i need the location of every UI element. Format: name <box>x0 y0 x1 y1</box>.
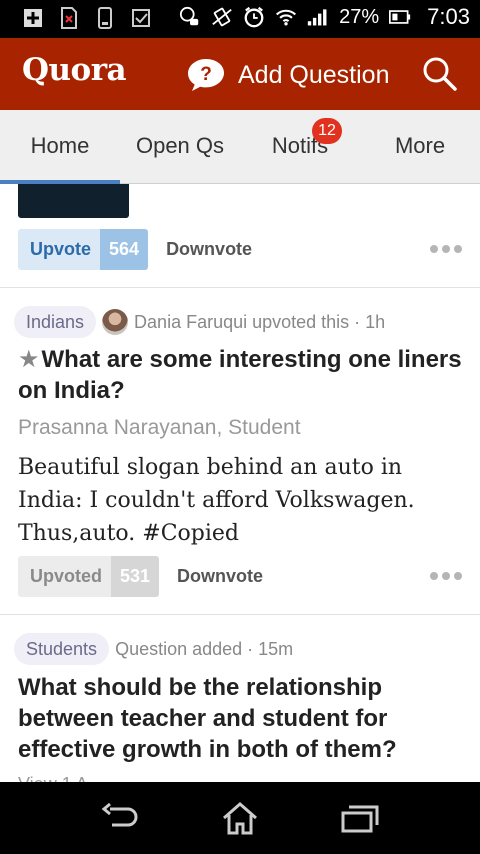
add-question-button[interactable]: ? Add Question <box>186 56 390 94</box>
vibrate-icon <box>211 5 233 29</box>
app-header: Quora ? Add Question <box>0 38 480 110</box>
checkbox-icon <box>130 6 152 30</box>
sim-error-icon <box>58 6 80 30</box>
upvoted-button[interactable]: Upvoted 531 <box>18 556 160 597</box>
question-title[interactable]: ★What are some interesting one liners on… <box>18 344 468 406</box>
downvote-button[interactable]: Downvote <box>177 566 263 587</box>
system-nav-bar <box>0 782 480 854</box>
svg-text:?: ? <box>200 64 212 85</box>
story-header: Students Question added · 15m <box>14 633 293 665</box>
topic-pill[interactable]: Students <box>14 633 110 665</box>
tab-bar: Home Open Qs Notifs More 12 <box>0 110 480 184</box>
upvote-label: Upvoted <box>18 556 111 597</box>
tab-notifs[interactable]: Notifs <box>240 110 360 182</box>
vote-row: Upvote 564 Downvote <box>18 229 252 270</box>
recent-apps-icon <box>341 805 379 833</box>
divider <box>0 287 480 288</box>
story-activity: Dania Faruqui upvoted this · 1h <box>134 311 386 332</box>
add-question-label: Add Question <box>238 60 390 89</box>
topic-pill[interactable]: Indians <box>14 306 97 338</box>
home-button[interactable] <box>216 796 264 840</box>
alarm-icon <box>243 5 265 29</box>
back-icon <box>101 803 138 827</box>
battery-percent: 27% <box>339 5 380 28</box>
phone-icon <box>94 6 116 30</box>
home-icon <box>223 802 257 835</box>
upvote-button[interactable]: Upvote 564 <box>18 229 149 270</box>
answer-author[interactable]: Prasanna Narayanan, Student <box>18 416 301 440</box>
answer-image-thumbnail[interactable] <box>18 184 129 218</box>
status-bar: 27% 7:03 <box>0 0 480 38</box>
tab-more[interactable]: More <box>360 110 480 182</box>
upvote-count: 564 <box>100 229 149 270</box>
question-title-text: What are some interesting one liners on … <box>18 346 462 404</box>
story-header: Indians Dania Faruqui upvoted this · 1h <box>14 306 385 338</box>
downvote-button[interactable]: Downvote <box>166 239 252 260</box>
clock: 7:03 <box>427 4 470 29</box>
upvote-count: 531 <box>111 556 160 597</box>
tab-home[interactable]: Home <box>0 110 120 182</box>
signal-icon <box>307 5 329 29</box>
avatar[interactable] <box>102 309 129 335</box>
notifs-count-badge: 12 <box>312 118 342 144</box>
more-options-icon[interactable] <box>430 571 462 581</box>
divider <box>0 614 480 615</box>
speech-bubble-question-icon: ? <box>188 59 224 91</box>
wifi-icon <box>275 5 297 29</box>
battery-icon <box>389 5 411 29</box>
question-title[interactable]: What should be the relationship between … <box>18 672 468 765</box>
recent-apps-button[interactable] <box>336 796 384 840</box>
tab-open-qs[interactable]: Open Qs <box>120 110 240 182</box>
back-button[interactable] <box>96 796 144 840</box>
more-options-icon[interactable] <box>430 244 462 254</box>
headset-icon <box>179 5 201 29</box>
view-answers-link[interactable]: View 1 A... <box>18 774 103 782</box>
feed[interactable]: Upvote 564 Downvote Indians Dania Faruqu… <box>0 184 480 782</box>
answer-body[interactable]: Beautiful slogan behind an auto in India… <box>18 451 468 550</box>
vote-row: Upvoted 531 Downvote <box>18 556 263 597</box>
star-icon: ★ <box>18 346 40 373</box>
search-button[interactable] <box>422 56 458 92</box>
search-icon <box>423 57 457 91</box>
story-activity: Question added · 15m <box>115 638 294 659</box>
quora-logo[interactable]: Quora <box>22 52 127 88</box>
add-box-icon <box>22 6 44 30</box>
upvote-label: Upvote <box>18 229 101 270</box>
